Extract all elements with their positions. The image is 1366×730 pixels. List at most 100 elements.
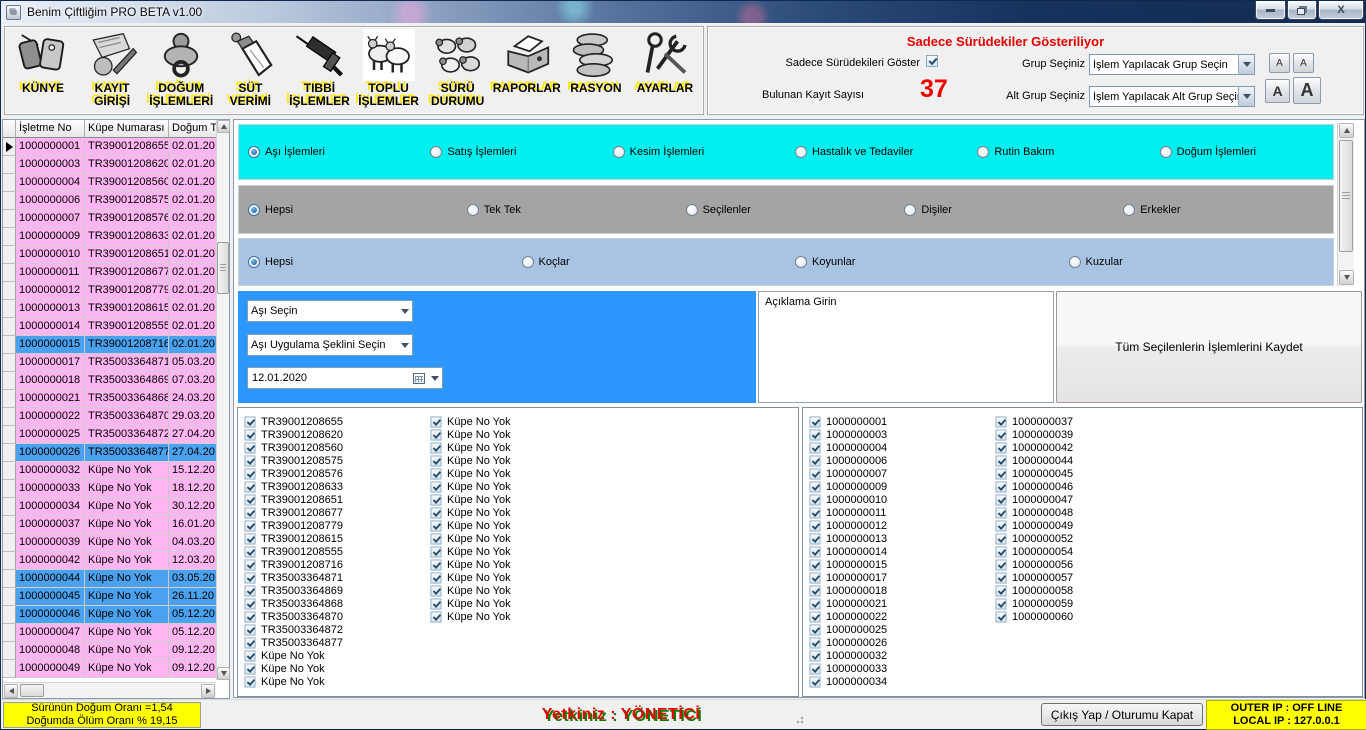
- row-selector[interactable]: [3, 264, 16, 282]
- checkbox[interactable]: [244, 572, 255, 583]
- cell-isletme-no[interactable]: 1000000044: [16, 570, 85, 588]
- checkbox[interactable]: [995, 611, 1006, 622]
- checkbox[interactable]: [809, 507, 820, 518]
- row-selector[interactable]: [3, 534, 16, 552]
- checkbox[interactable]: [995, 572, 1006, 583]
- row-selector[interactable]: [3, 588, 16, 606]
- row-selector[interactable]: [3, 156, 16, 174]
- checklist-item[interactable]: Küpe No Yok: [430, 480, 511, 493]
- checklist-item[interactable]: TR35003364872: [244, 623, 343, 636]
- cell-dogum-tarihi[interactable]: 12.03.20: [169, 552, 216, 570]
- description-textarea[interactable]: Açıklama Girin: [758, 291, 1054, 403]
- table-row[interactable]: 1000000026TR3500336487727.04.20: [3, 444, 216, 462]
- checkbox[interactable]: [430, 416, 441, 427]
- cell-isletme-no[interactable]: 1000000032: [16, 462, 85, 480]
- checkbox[interactable]: [809, 520, 820, 531]
- table-row[interactable]: 1000000017TR3500336487105.03.20: [3, 354, 216, 372]
- cell-kupe-numarasi[interactable]: TR35003364868: [85, 390, 169, 408]
- cell-kupe-numarasi[interactable]: Küpe No Yok: [85, 552, 169, 570]
- checklist-item[interactable]: 1000000015: [809, 558, 887, 571]
- radio-button[interactable]: [1123, 204, 1135, 216]
- table-row[interactable]: 1000000046Küpe No Yok05.12.20: [3, 606, 216, 624]
- checkbox[interactable]: [995, 533, 1006, 544]
- logout-button[interactable]: Çıkış Yap / Oturumu Kapat: [1041, 703, 1203, 726]
- radio-button[interactable]: [248, 256, 260, 268]
- checklist-item[interactable]: 1000000017: [809, 571, 887, 584]
- operation-option[interactable]: Doğum İşlemleri: [1151, 146, 1333, 158]
- table-vertical-scrollbar[interactable]: [216, 120, 229, 680]
- checklist-item[interactable]: 1000000012: [809, 519, 887, 532]
- checkbox[interactable]: [244, 585, 255, 596]
- checkbox[interactable]: [995, 507, 1006, 518]
- table-row[interactable]: 1000000025TR3500336487227.04.20: [3, 426, 216, 444]
- cell-dogum-tarihi[interactable]: 02.01.20: [169, 300, 216, 318]
- checkbox[interactable]: [430, 572, 441, 583]
- checkbox[interactable]: [244, 546, 255, 557]
- checklist-item[interactable]: Küpe No Yok: [430, 519, 511, 532]
- table-horizontal-scrollbar[interactable]: [3, 682, 216, 698]
- row-selector[interactable]: [3, 300, 16, 318]
- table-row[interactable]: 1000000049Küpe No Yok09.12.20: [3, 660, 216, 678]
- font-size-button-1[interactable]: A: [1269, 53, 1290, 73]
- checkbox[interactable]: [244, 624, 255, 635]
- cell-isletme-no[interactable]: 1000000022: [16, 408, 85, 426]
- table-row[interactable]: 1000000011TR3900120867702.01.20: [3, 264, 216, 282]
- cell-kupe-numarasi[interactable]: TR35003364871: [85, 354, 169, 372]
- checkbox[interactable]: [430, 585, 441, 596]
- application-method-select[interactable]: Aşı Uygulama Şeklini Seçin: [247, 334, 413, 356]
- checklist-item[interactable]: 1000000032: [809, 649, 887, 662]
- checklist-item[interactable]: Küpe No Yok: [430, 558, 511, 571]
- checkbox[interactable]: [244, 442, 255, 453]
- checklist-item[interactable]: TR39001208716: [244, 558, 343, 571]
- cell-dogum-tarihi[interactable]: 02.01.20: [169, 156, 216, 174]
- cell-isletme-no[interactable]: 1000000033: [16, 480, 85, 498]
- scope-option[interactable]: Hepsi: [239, 204, 458, 216]
- checklist-item[interactable]: TR39001208575: [244, 454, 343, 467]
- font-size-button-4[interactable]: A: [1293, 77, 1321, 104]
- checklist-item[interactable]: Küpe No Yok: [430, 506, 511, 519]
- cell-isletme-no[interactable]: 1000000048: [16, 642, 85, 660]
- checklist-item[interactable]: 1000000033: [809, 662, 887, 675]
- animal-type-option[interactable]: Kuzular: [1060, 256, 1334, 268]
- cell-kupe-numarasi[interactable]: Küpe No Yok: [85, 660, 169, 678]
- table-row[interactable]: 1000000006TR3900120857502.01.20: [3, 192, 216, 210]
- scrollbar-thumb[interactable]: [20, 684, 44, 697]
- scroll-right-button[interactable]: [201, 684, 215, 698]
- checklist-item[interactable]: 1000000001: [809, 415, 887, 428]
- cell-isletme-no[interactable]: 1000000039: [16, 534, 85, 552]
- table-row[interactable]: 1000000032Küpe No Yok15.12.20: [3, 462, 216, 480]
- checkbox[interactable]: [995, 429, 1006, 440]
- cell-dogum-tarihi[interactable]: 02.01.20: [169, 192, 216, 210]
- checkbox[interactable]: [244, 598, 255, 609]
- scrollbar-thumb[interactable]: [217, 242, 229, 294]
- toolbar-item-kunye[interactable]: KÜNYE: [9, 29, 77, 95]
- cell-kupe-numarasi[interactable]: Küpe No Yok: [85, 462, 169, 480]
- table-row[interactable]: 1000000047Küpe No Yok05.12.20: [3, 624, 216, 642]
- cell-isletme-no[interactable]: 1000000012: [16, 282, 85, 300]
- table-row[interactable]: 1000000013TR3900120861502.01.20: [3, 300, 216, 318]
- cell-isletme-no[interactable]: 1000000003: [16, 156, 85, 174]
- checkbox[interactable]: [244, 507, 255, 518]
- scroll-down-button[interactable]: [217, 667, 230, 680]
- radio-button[interactable]: [248, 204, 260, 216]
- checkbox[interactable]: [430, 442, 441, 453]
- checklist-item[interactable]: 1000000007: [809, 467, 887, 480]
- cell-isletme-no[interactable]: 1000000026: [16, 444, 85, 462]
- cell-kupe-numarasi[interactable]: TR35003364870: [85, 408, 169, 426]
- column-header-dogum[interactable]: Doğum T: [169, 120, 216, 138]
- checklist-item[interactable]: 1000000006: [809, 454, 887, 467]
- cell-dogum-tarihi[interactable]: 03.05.20: [169, 570, 216, 588]
- row-selector[interactable]: [3, 336, 16, 354]
- cell-dogum-tarihi[interactable]: 02.01.20: [169, 264, 216, 282]
- checklist-item[interactable]: 1000000009: [809, 480, 887, 493]
- cell-isletme-no[interactable]: 1000000007: [16, 210, 85, 228]
- checkbox[interactable]: [809, 676, 820, 687]
- checkbox[interactable]: [809, 624, 820, 635]
- cell-dogum-tarihi[interactable]: 02.01.20: [169, 246, 216, 264]
- cell-kupe-numarasi[interactable]: TR39001208575: [85, 192, 169, 210]
- row-selector[interactable]: [3, 174, 16, 192]
- scope-option[interactable]: Tek Tek: [458, 204, 677, 216]
- checkbox[interactable]: [430, 559, 441, 570]
- checklist-item[interactable]: 1000000052: [995, 532, 1073, 545]
- operation-option[interactable]: Kesim İşlemleri: [604, 146, 786, 158]
